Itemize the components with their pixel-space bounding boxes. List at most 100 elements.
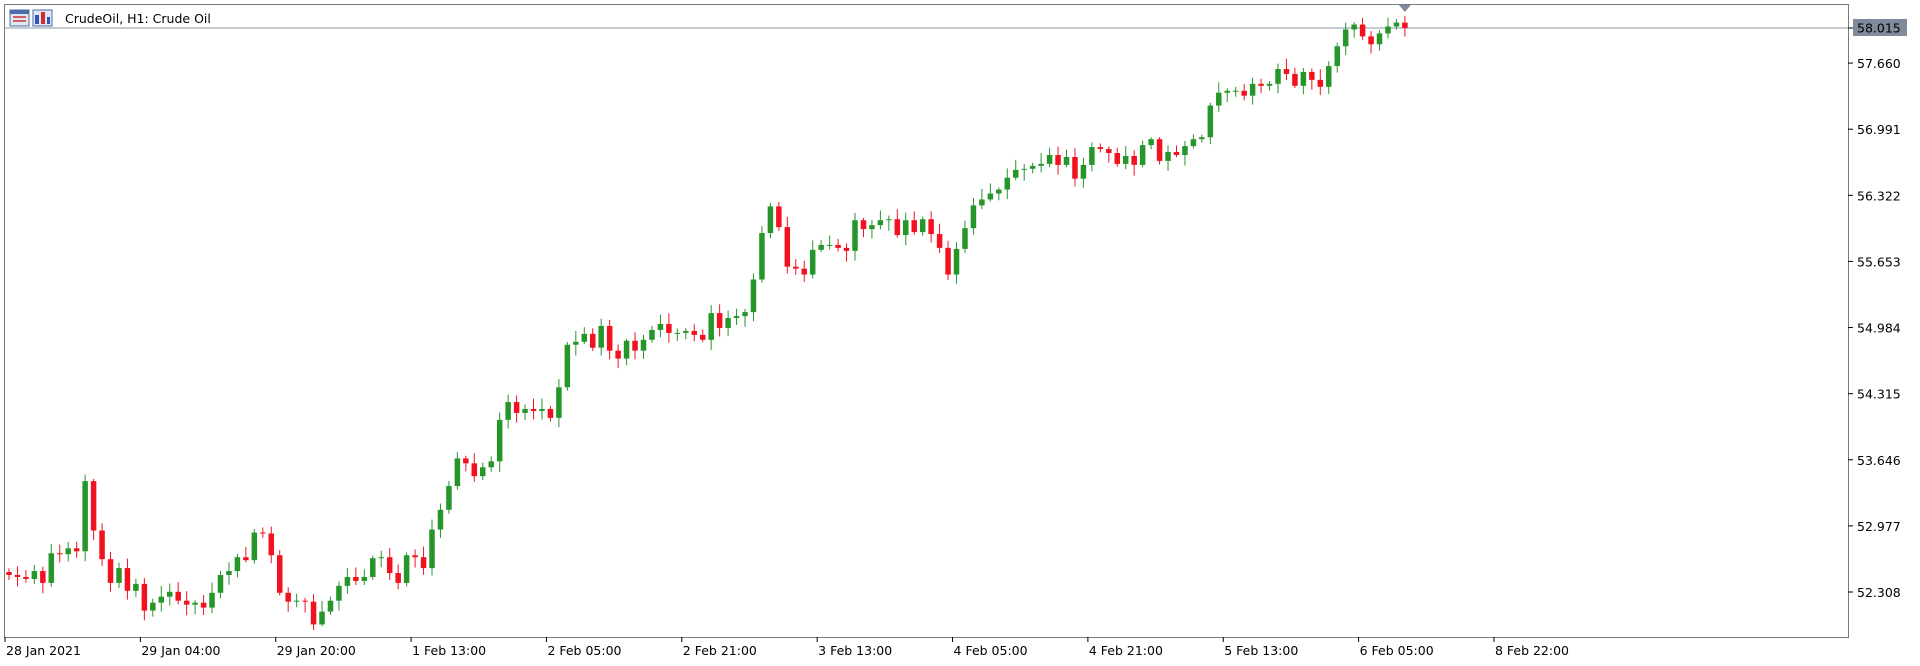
candle: [666, 313, 672, 343]
candle: [1106, 146, 1112, 163]
candle: [40, 566, 46, 594]
candle-body: [776, 206, 782, 228]
candle: [386, 548, 393, 580]
candle: [843, 243, 850, 262]
candle-body: [860, 220, 867, 230]
candle-body: [73, 548, 80, 552]
candle: [437, 503, 444, 538]
candle: [767, 202, 774, 239]
candle: [260, 527, 266, 538]
candle: [361, 569, 368, 586]
candle: [82, 474, 88, 562]
candle: [344, 568, 351, 594]
candle-body: [1359, 24, 1366, 37]
candle: [1351, 21, 1357, 38]
candle: [894, 209, 901, 238]
candle: [776, 201, 782, 231]
candle-body: [1368, 36, 1374, 45]
candle-body: [226, 571, 232, 576]
candle-body: [852, 220, 858, 251]
candle-body: [1182, 146, 1188, 155]
candle-body: [217, 575, 224, 593]
candle: [192, 600, 198, 615]
candle: [150, 598, 156, 617]
candle: [1326, 61, 1332, 94]
candle-body: [1300, 71, 1307, 86]
candle-body: [556, 387, 562, 418]
y-tick-label: 54.315: [1857, 387, 1901, 402]
candle-body: [598, 325, 604, 348]
candle-body: [1309, 71, 1315, 80]
candle: [996, 187, 1002, 201]
candle: [1038, 153, 1044, 173]
candle-body: [649, 329, 655, 340]
candle-body: [615, 350, 621, 359]
candle: [57, 544, 63, 563]
candle-body: [835, 244, 841, 248]
candle: [107, 551, 114, 592]
candle: [166, 583, 173, 606]
candle-body: [1131, 155, 1137, 165]
candle: [488, 456, 494, 472]
candle-body: [395, 573, 401, 583]
candle: [1190, 134, 1197, 149]
candle-body: [936, 234, 943, 248]
candle: [158, 585, 165, 612]
candle: [23, 569, 29, 583]
candle-body: [953, 248, 960, 275]
candle-body: [513, 402, 520, 413]
candle-body: [1317, 79, 1324, 87]
candle: [911, 211, 917, 235]
candle-body: [1046, 154, 1053, 164]
candle: [14, 566, 21, 587]
candle-body: [657, 323, 664, 330]
candle: [725, 310, 731, 336]
candle: [395, 564, 401, 590]
candle-body: [903, 220, 909, 236]
candle-body: [928, 219, 934, 235]
candle: [970, 197, 977, 235]
candle-body: [1249, 83, 1256, 96]
candle-body: [1106, 149, 1112, 154]
candle: [1029, 162, 1036, 174]
x-tick-label: 2 Feb 21:00: [683, 643, 757, 658]
candle: [1376, 30, 1383, 51]
candle: [1300, 68, 1307, 95]
candle-body: [234, 557, 241, 572]
candle-body: [784, 227, 791, 267]
candle-body: [361, 576, 368, 581]
data-window-icon[interactable]: [32, 9, 53, 27]
x-tick-label: 28 Jan 2021: [6, 643, 81, 658]
candle-body: [23, 576, 29, 579]
candle: [370, 555, 376, 580]
candle: [1402, 15, 1408, 37]
candle: [1359, 17, 1366, 40]
candle-body: [793, 266, 799, 269]
candle: [471, 453, 478, 482]
chart-window-icon[interactable]: [9, 9, 30, 27]
candle-body: [733, 316, 740, 319]
candle: [598, 318, 604, 356]
candle-body: [1342, 29, 1349, 47]
candle: [1334, 42, 1340, 73]
candle-body: [192, 602, 198, 605]
candle-body: [759, 233, 765, 280]
candle-body: [632, 340, 638, 351]
x-tick-label: 3 Feb 13:00: [818, 643, 892, 658]
candle: [276, 549, 283, 596]
candle-body: [725, 318, 731, 328]
candle-body: [1266, 83, 1273, 86]
candle-body: [158, 596, 165, 603]
candle-body: [911, 220, 917, 233]
candle-body: [1004, 177, 1011, 190]
candle: [446, 480, 452, 514]
candle-body: [1224, 90, 1230, 93]
candle-body: [691, 330, 698, 335]
price-axis: 57.660 56.991 56.322 55.653 54.984 54.315 53.6…: [1848, 27, 1901, 600]
candle-body: [1080, 164, 1087, 179]
candle-body: [539, 408, 545, 411]
candle-body: [1275, 69, 1281, 84]
candle-body: [894, 219, 901, 236]
candle: [903, 212, 909, 246]
candle-body: [403, 555, 410, 583]
